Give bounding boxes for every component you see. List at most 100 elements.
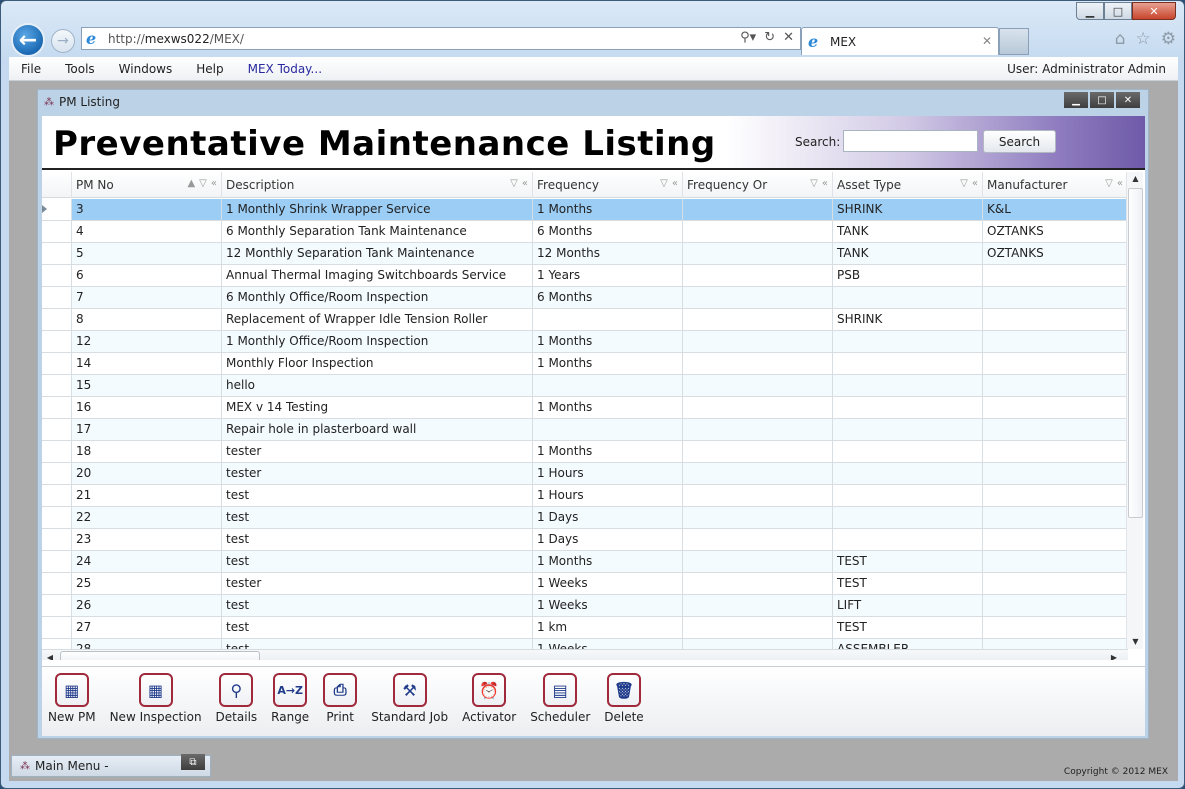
forward-button[interactable]: → bbox=[51, 29, 75, 53]
collapse-icon[interactable]: « bbox=[822, 178, 828, 189]
table-row[interactable]: 17 Repair hole in plasterboard wall bbox=[42, 419, 1128, 441]
row-selector[interactable] bbox=[42, 441, 72, 462]
gear-icon[interactable]: ⚙ bbox=[1161, 29, 1176, 49]
column-header-pm-no[interactable]: PM No ▲ ▽ « bbox=[72, 172, 222, 198]
table-row[interactable]: 20 tester 1 Hours bbox=[42, 463, 1128, 485]
collapse-icon[interactable]: « bbox=[672, 178, 678, 189]
horizontal-scroll-thumb[interactable] bbox=[60, 651, 260, 660]
stop-icon[interactable]: ✕ bbox=[783, 30, 794, 45]
row-selector[interactable] bbox=[42, 309, 72, 330]
table-row[interactable]: 23 test 1 Days bbox=[42, 529, 1128, 551]
toolbar-button-print[interactable]: ⎙ Print bbox=[323, 667, 358, 736]
vertical-scrollbar[interactable]: ▲ ▼ bbox=[1126, 172, 1143, 649]
table-row[interactable]: 6 Annual Thermal Imaging Switchboards Ser… bbox=[42, 265, 1128, 287]
new-tab-button[interactable] bbox=[999, 28, 1029, 55]
toolbar-button-activator[interactable]: ⏰ Activator bbox=[462, 667, 516, 736]
sort-ascending-icon[interactable]: ▲ bbox=[187, 178, 195, 189]
filter-icon[interactable]: ▽ bbox=[960, 178, 968, 189]
table-row[interactable]: 46 Monthly Separation Tank Maintenance 6 … bbox=[42, 221, 1128, 243]
row-selector[interactable] bbox=[42, 595, 72, 616]
table-row[interactable]: 16 MEX v 14 Testing 1 Months bbox=[42, 397, 1128, 419]
pm-close-button[interactable]: ✕ bbox=[1116, 92, 1140, 108]
horizontal-scrollbar[interactable]: ◀ ▶ bbox=[42, 649, 1128, 660]
table-row[interactable]: 76 Monthly Office/Room Inspection 6 Month… bbox=[42, 287, 1128, 309]
table-row[interactable]: 21 test 1 Hours bbox=[42, 485, 1128, 507]
row-selector[interactable] bbox=[42, 507, 72, 528]
toolbar-button-new-inspection[interactable]: ▦ New Inspection bbox=[110, 667, 202, 736]
row-selector[interactable] bbox=[42, 397, 72, 418]
row-selector[interactable] bbox=[42, 243, 72, 264]
row-selector[interactable] bbox=[42, 485, 72, 506]
restore-window-button[interactable]: ⧉ bbox=[181, 754, 205, 770]
row-selector[interactable] bbox=[42, 353, 72, 374]
search-input[interactable] bbox=[843, 130, 978, 152]
menu-help[interactable]: Help bbox=[184, 62, 235, 76]
menu-file[interactable]: File bbox=[9, 62, 53, 76]
row-selector[interactable] bbox=[42, 639, 72, 649]
scroll-right-icon[interactable]: ▶ bbox=[1106, 650, 1122, 660]
table-row[interactable]: 5 12 Monthly Separation Tank Maintenance 1… bbox=[42, 243, 1128, 265]
search-button[interactable]: Search bbox=[983, 130, 1056, 153]
table-row[interactable]: 22 test 1 Days bbox=[42, 507, 1128, 529]
table-row[interactable]: 26 test 1 Weeks LIFT bbox=[42, 595, 1128, 617]
toolbar-button-range[interactable]: A→Z Range bbox=[271, 667, 309, 736]
table-row[interactable]: 25 tester 1 Weeks TEST bbox=[42, 573, 1128, 595]
table-row[interactable]: 15 hello bbox=[42, 375, 1128, 397]
filter-icon[interactable]: ▽ bbox=[1105, 178, 1113, 189]
filter-icon[interactable]: ▽ bbox=[660, 178, 668, 189]
scroll-down-icon[interactable]: ▼ bbox=[1127, 635, 1144, 649]
collapse-icon[interactable]: « bbox=[522, 178, 528, 189]
table-row[interactable]: 18 tester 1 Months bbox=[42, 441, 1128, 463]
table-row[interactable]: 31 Monthly Shrink Wrapper Service 1 Month… bbox=[42, 199, 1128, 221]
scroll-left-icon[interactable]: ◀ bbox=[42, 650, 58, 660]
address-bar[interactable]: e http://mexws022/MEX/ ⚲▾ ↻ ✕ bbox=[81, 27, 801, 50]
tab-close-icon[interactable]: ✕ bbox=[982, 34, 992, 48]
vertical-scroll-thumb[interactable] bbox=[1128, 188, 1143, 518]
menu-mex-today-link[interactable]: MEX Today... bbox=[236, 62, 334, 76]
row-selector[interactable] bbox=[42, 331, 72, 352]
row-selector[interactable] bbox=[42, 375, 72, 396]
scroll-up-icon[interactable]: ▲ bbox=[1127, 172, 1144, 186]
pm-minimize-button[interactable]: ▁ bbox=[1064, 92, 1088, 108]
search-icon[interactable]: ⚲▾ bbox=[740, 30, 756, 45]
row-selector[interactable] bbox=[42, 573, 72, 594]
refresh-icon[interactable]: ↻ bbox=[764, 30, 775, 45]
toolbar-button-details[interactable]: ⚲ Details bbox=[216, 667, 257, 736]
row-selector[interactable] bbox=[42, 617, 72, 638]
collapse-icon[interactable]: « bbox=[972, 178, 978, 189]
row-selector[interactable] bbox=[42, 529, 72, 550]
toolbar-button-scheduler[interactable]: ▤ Scheduler bbox=[530, 667, 590, 736]
pm-maximize-button[interactable]: □ bbox=[1090, 92, 1114, 108]
row-selector[interactable] bbox=[42, 265, 72, 286]
minimize-button[interactable]: ▁ bbox=[1076, 2, 1104, 20]
table-row[interactable]: 14 Monthly Floor Inspection 1 Months bbox=[42, 353, 1128, 375]
filter-icon[interactable]: ▽ bbox=[510, 178, 518, 189]
column-header-frequency[interactable]: Frequency ▽ « bbox=[533, 172, 683, 198]
collapse-icon[interactable]: « bbox=[211, 178, 217, 189]
filter-icon[interactable]: ▽ bbox=[199, 178, 207, 189]
star-icon[interactable]: ☆ bbox=[1136, 29, 1151, 49]
row-selector[interactable] bbox=[42, 419, 72, 440]
toolbar-button-standard-job[interactable]: ⚒ Standard Job bbox=[371, 667, 448, 736]
maximize-button[interactable]: □ bbox=[1104, 2, 1132, 20]
filter-icon[interactable]: ▽ bbox=[810, 178, 818, 189]
row-selector[interactable] bbox=[42, 463, 72, 484]
table-row[interactable]: 8 Replacement of Wrapper Idle Tension Rol… bbox=[42, 309, 1128, 331]
home-icon[interactable]: ⌂ bbox=[1115, 29, 1126, 49]
collapse-icon[interactable]: « bbox=[1117, 178, 1123, 189]
row-selector[interactable] bbox=[42, 221, 72, 242]
toolbar-button-delete[interactable]: 🗑 Delete bbox=[604, 667, 644, 736]
menu-tools[interactable]: Tools bbox=[53, 62, 107, 76]
row-selector[interactable] bbox=[42, 287, 72, 308]
table-row[interactable]: 12 1 Monthly Office/Room Inspection 1 Mont… bbox=[42, 331, 1128, 353]
row-selector[interactable] bbox=[42, 199, 72, 220]
row-selector[interactable] bbox=[42, 551, 72, 572]
column-header-asset-type[interactable]: Asset Type ▽ « bbox=[833, 172, 983, 198]
table-row[interactable]: 27 test 1 km TEST bbox=[42, 617, 1128, 639]
close-button[interactable]: ✕ bbox=[1132, 2, 1176, 20]
column-header-description[interactable]: Description ▽ « bbox=[222, 172, 533, 198]
browser-tab[interactable]: e MEX ✕ bbox=[801, 27, 999, 55]
toolbar-button-new-pm[interactable]: ▦ New PM bbox=[48, 667, 96, 736]
column-header-frequency-or[interactable]: Frequency Or ▽ « bbox=[683, 172, 833, 198]
column-header-manufacturer[interactable]: Manufacturer ▽ « bbox=[983, 172, 1128, 198]
